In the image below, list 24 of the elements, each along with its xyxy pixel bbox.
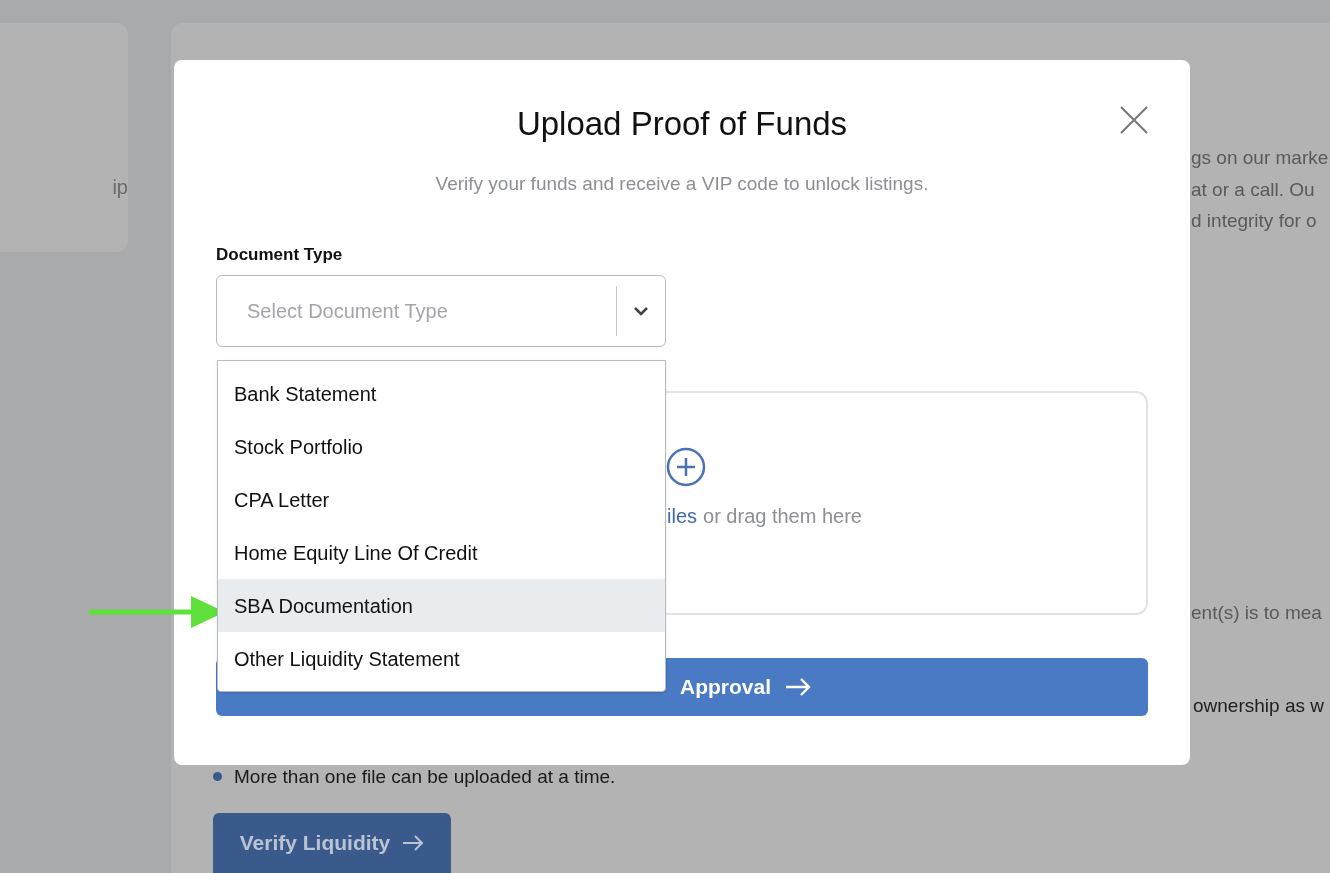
field-label: Document Type <box>216 244 344 266</box>
chevron-down-icon <box>633 306 649 316</box>
paragraph-line: d integrity for o <box>1191 209 1318 233</box>
bullet-text: More than one file can be uploaded at a time. <box>234 764 616 789</box>
add-icon <box>666 447 706 487</box>
dropdown-option[interactable]: Bank Statement <box>218 367 665 420</box>
dropdown-option[interactable]: Stock Portfolio <box>218 420 665 473</box>
paragraph-line: ownership as w <box>1193 693 1324 718</box>
dropdown-option[interactable]: SBA Documentation <box>218 579 665 632</box>
dropdown-option[interactable]: Home Equity Line Of Credit <box>218 526 665 579</box>
upload-dropzone[interactable]: iles or drag them here <box>666 391 1148 615</box>
arrow-icon <box>785 678 811 696</box>
dropdown-option[interactable]: CPA Letter <box>218 473 665 526</box>
browse-link[interactable]: iles <box>667 501 697 531</box>
arrow-icon <box>402 834 425 851</box>
verify-liquidity-button[interactable]: Verify Liquidity <box>213 812 451 873</box>
bullet-icon <box>213 772 222 781</box>
modal-title: Upload Proof of Funds <box>516 104 848 144</box>
modal-subtitle: Verify your funds and receive a VIP code to unlock listings. <box>434 172 930 196</box>
paragraph-line: ent(s) is to mea <box>1191 600 1322 625</box>
paragraph-line: gs on our marke <box>1191 146 1330 170</box>
paragraph-line: at or a call. Ou <box>1191 177 1316 202</box>
close-icon[interactable] <box>1120 106 1148 134</box>
dropzone-text: or drag them here <box>703 504 862 529</box>
